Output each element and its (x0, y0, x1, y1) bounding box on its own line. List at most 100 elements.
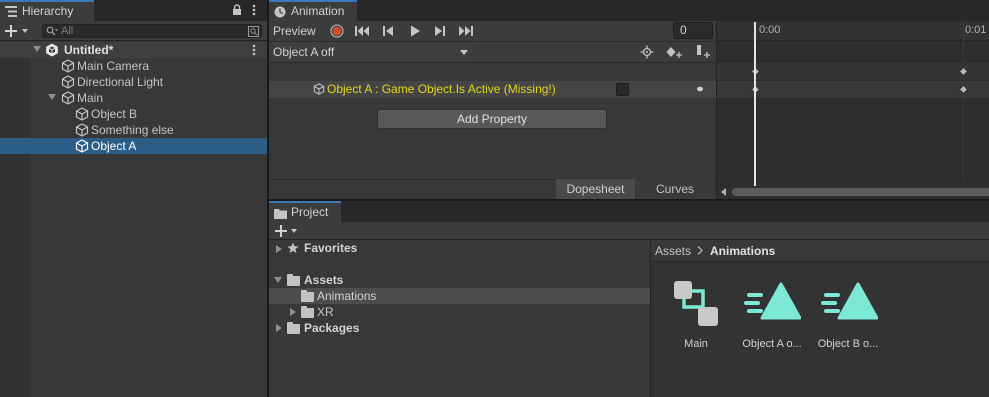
dopesheet-tab[interactable]: Dopesheet (556, 179, 635, 199)
tree-item-assets[interactable]: Assets (304, 273, 343, 287)
time-ruler[interactable] (717, 21, 989, 41)
first-keyframe-icon[interactable] (352, 22, 372, 40)
animation-clip-icon (743, 282, 801, 326)
timeline-area[interactable] (717, 21, 989, 199)
frame-field[interactable]: 0 (673, 22, 713, 39)
hierarchy-item-label: Directional Light (77, 75, 164, 89)
animation-clock-icon (274, 6, 286, 18)
folder-icon (287, 322, 300, 334)
project-toolbar (269, 222, 989, 240)
curves-tab[interactable]: Curves (636, 179, 714, 199)
animation-tabstrip (269, 0, 989, 21)
preview-toggle[interactable]: Preview (270, 22, 322, 40)
tab-hierarchy-label: Hierarchy (22, 4, 74, 18)
tab-project[interactable]: Project (269, 201, 341, 222)
search-filter-icon[interactable] (248, 26, 259, 37)
time-label-next: 0:01 (965, 24, 987, 36)
tree-item-animations[interactable]: Animations (317, 289, 376, 303)
play-icon[interactable] (405, 22, 425, 40)
hierarchy-item-main[interactable]: Main (0, 90, 267, 106)
hierarchy-list-icon (5, 6, 17, 17)
scene-foldout-icon[interactable] (33, 46, 41, 52)
hierarchy-item-label: Main (77, 91, 104, 105)
time-gridline (963, 22, 964, 179)
asset-tile-main[interactable] (669, 275, 723, 333)
animator-controller-icon (673, 279, 719, 329)
property-keyframe[interactable] (959, 85, 968, 94)
record-button[interactable] (327, 22, 347, 40)
scroll-left-icon[interactable] (721, 188, 727, 196)
property-options-icon[interactable] (696, 85, 704, 93)
gameobject-cube-icon (61, 91, 75, 105)
project-create-icon[interactable] (275, 224, 301, 238)
unity-scene-icon (45, 43, 59, 57)
gameobject-cube-icon (75, 107, 89, 121)
panel-menu-icon[interactable] (252, 4, 256, 16)
chevron-down-icon (460, 50, 468, 55)
hierarchy-item-object-b[interactable]: Object B (0, 106, 267, 122)
clip-dropdown-label: Object A off (273, 45, 335, 59)
time-label-start: 0:00 (759, 24, 781, 36)
add-property-button[interactable]: Add Property (377, 109, 607, 129)
last-keyframe-icon[interactable] (456, 22, 476, 40)
folder-icon (301, 306, 314, 318)
hierarchy-item-label: Main Camera (77, 59, 150, 73)
tab-animation[interactable]: Animation (269, 0, 357, 21)
tab-project-label: Project (291, 205, 329, 219)
hierarchy-item-main-camera[interactable]: Main Camera (0, 58, 267, 74)
right-horizontal-splitter[interactable] (269, 199, 989, 201)
hierarchy-item-directional-light[interactable]: Directional Light (0, 74, 267, 90)
summary-keyframe[interactable] (959, 67, 968, 76)
asset-tile-object-a[interactable] (740, 275, 802, 333)
star-icon (287, 242, 299, 254)
scene-menu-icon[interactable] (252, 44, 256, 56)
folder-icon (287, 274, 300, 286)
project-tabstrip (269, 201, 989, 222)
add-keyframe-icon[interactable] (666, 45, 682, 59)
gameobject-cube-icon (75, 123, 89, 137)
assets-foldout-icon[interactable] (274, 277, 282, 283)
asset-label-main: Main (684, 338, 708, 350)
project-folder-icon (274, 208, 287, 219)
property-value-checkbox[interactable] (616, 83, 629, 96)
filter-by-selection-icon[interactable] (640, 45, 654, 59)
gameobject-cube-icon (75, 139, 89, 153)
next-keyframe-icon[interactable] (430, 22, 450, 40)
breadcrumb-chevron-icon (697, 246, 703, 255)
lock-icon[interactable] (232, 4, 242, 16)
gameobject-cube-icon (61, 59, 75, 73)
missing-property-label: Object A : Game Object.Is Active (Missin… (327, 82, 556, 96)
foldout-expanded-icon[interactable] (48, 94, 56, 100)
asset-label-object-a: Object A o... (742, 338, 802, 350)
search-placeholder: All (61, 25, 74, 37)
create-add-icon[interactable] (5, 24, 31, 38)
hierarchy-item-object-a[interactable]: Object A (0, 138, 267, 154)
playhead[interactable] (754, 22, 756, 186)
tree-item-favorites[interactable]: Favorites (304, 241, 357, 255)
favorites-foldout-icon[interactable] (276, 245, 282, 253)
packages-foldout-icon[interactable] (276, 324, 282, 332)
breadcrumb-root[interactable]: Assets (655, 244, 691, 258)
asset-label-object-b: Object B o... (817, 338, 879, 350)
search-icon (46, 26, 58, 37)
tree-item-xr[interactable]: XR (317, 305, 334, 319)
tab-animation-label: Animation (291, 4, 345, 18)
asset-tile-object-b[interactable] (817, 275, 879, 333)
add-event-icon[interactable] (695, 45, 711, 59)
gameobject-cube-icon (313, 83, 325, 95)
previous-keyframe-icon[interactable] (378, 22, 398, 40)
hierarchy-item-label: Something else (91, 123, 174, 137)
scene-row[interactable]: Untitled* (0, 42, 267, 58)
xr-foldout-icon[interactable] (290, 308, 296, 316)
folder-icon (301, 290, 314, 302)
animation-panel: Animation Preview 0 Object A off Object … (269, 0, 989, 199)
hierarchy-search-field[interactable]: All (42, 24, 262, 38)
timeline-scroll-thumb[interactable] (732, 188, 989, 196)
tab-hierarchy[interactable]: Hierarchy (0, 0, 94, 21)
hierarchy-item-something-else[interactable]: Something else (0, 122, 267, 138)
clip-dropdown[interactable]: Object A off (270, 42, 473, 62)
animation-clip-icon (820, 282, 878, 326)
tree-item-packages[interactable]: Packages (304, 321, 359, 335)
gameobject-cube-icon (61, 75, 75, 89)
breadcrumb-current[interactable]: Animations (710, 244, 775, 258)
